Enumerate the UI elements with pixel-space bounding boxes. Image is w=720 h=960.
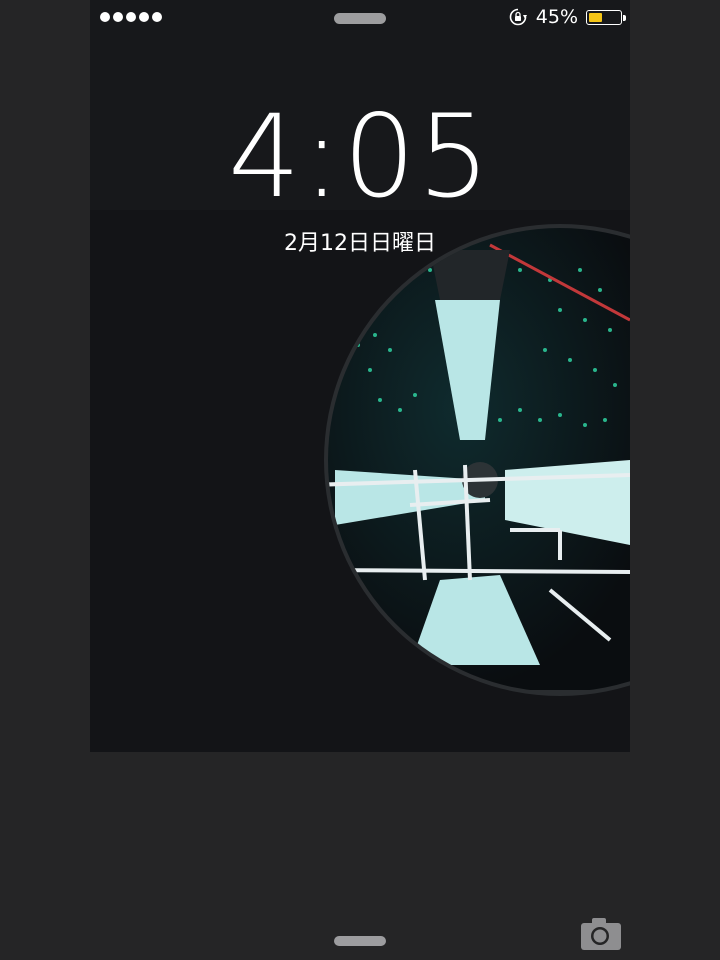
signal-dot [139, 12, 149, 22]
control-center-handle[interactable] [334, 936, 386, 946]
battery-level-fill [589, 12, 602, 22]
camera-icon[interactable] [580, 917, 622, 951]
cellular-signal [100, 12, 162, 22]
status-right: 45% [508, 6, 626, 28]
lock-screen-time: 4:05 [228, 90, 492, 223]
signal-dot [113, 12, 123, 22]
signal-dot [126, 12, 136, 22]
signal-dot [100, 12, 110, 22]
battery-icon [586, 9, 626, 25]
battery-percentage: 45% [535, 6, 578, 28]
orientation-lock-icon [508, 7, 528, 27]
lock-screen-date: 2月12日日曜日 [284, 231, 436, 256]
notification-center-handle[interactable] [334, 13, 386, 24]
signal-dot [152, 12, 162, 22]
